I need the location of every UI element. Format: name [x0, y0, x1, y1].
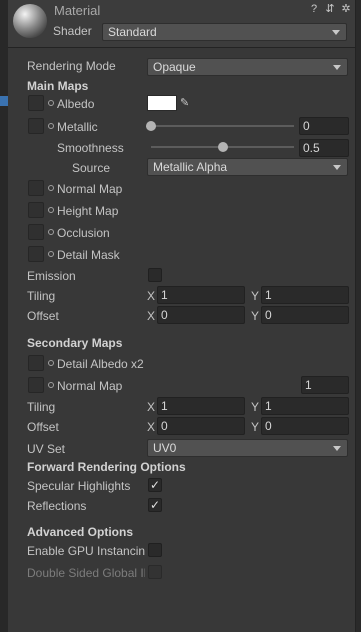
texture-picker-icon[interactable] [48, 251, 54, 257]
double-sided-gi-checkbox [148, 565, 162, 579]
source-label: Source [72, 161, 111, 175]
offset-y-label: Y [251, 309, 260, 323]
uv-set-value: UV0 [153, 441, 177, 455]
reflections-checkbox[interactable]: ✓ [148, 498, 162, 512]
gear-icon[interactable]: ✲ [340, 3, 352, 15]
smoothness-slider-knob[interactable] [217, 142, 228, 152]
rendering-mode-label: Rendering Mode [27, 59, 116, 73]
secondary-offset-x-label: X [147, 420, 156, 434]
help-icon[interactable]: ? [308, 3, 320, 15]
forward-options-heading: Forward Rendering Options [27, 460, 186, 474]
secondary-offset-x-field[interactable]: 0 [157, 417, 245, 435]
texture-picker-icon[interactable] [48, 360, 54, 366]
uv-set-dropdown[interactable]: UV0 [147, 439, 348, 457]
occlusion-slot[interactable] [28, 224, 44, 240]
uv-set-label: UV Set [27, 442, 66, 456]
texture-picker-icon[interactable] [48, 207, 54, 213]
shader-dropdown[interactable]: Standard [102, 23, 347, 41]
height-map-label: Height Map [57, 204, 119, 218]
secondary-normal-scale-field[interactable]: 1 [301, 376, 349, 394]
secondary-offset-label: Offset [27, 420, 59, 434]
normal-map-label: Normal Map [57, 182, 123, 196]
main-maps-heading: Main Maps [27, 79, 89, 93]
emission-checkbox[interactable] [148, 268, 162, 282]
tiling-x-field[interactable]: 1 [157, 286, 245, 304]
specular-highlights-label: Specular Highlights [27, 479, 131, 493]
metallic-slider-track[interactable] [151, 125, 294, 127]
height-map-slot[interactable] [28, 202, 44, 218]
albedo-color-swatch[interactable] [147, 95, 177, 111]
metallic-field[interactable]: 0 [299, 117, 349, 135]
emission-label: Emission [27, 269, 76, 283]
tiling-y-label: Y [251, 289, 260, 303]
offset-x-label: X [147, 309, 156, 323]
albedo-texture-slot[interactable] [28, 95, 44, 111]
offset-y-field[interactable]: 0 [261, 306, 349, 324]
rendering-mode-value: Opaque [153, 60, 196, 74]
source-value: Metallic Alpha [153, 160, 228, 174]
texture-picker-icon[interactable] [48, 229, 54, 235]
smoothness-label: Smoothness [57, 141, 124, 155]
secondary-tiling-y-field[interactable]: 1 [261, 397, 349, 415]
secondary-tiling-x-field[interactable]: 1 [157, 397, 245, 415]
material-title: Material [54, 3, 101, 18]
albedo-label: Albedo [57, 97, 95, 111]
metallic-texture-slot[interactable] [28, 118, 44, 134]
tiling-x-label: X [147, 289, 156, 303]
hierarchy-edge [0, 0, 8, 632]
chevron-down-icon [332, 30, 340, 35]
detail-mask-label: Detail Mask [57, 248, 120, 262]
gpu-instancing-checkbox[interactable] [148, 543, 162, 557]
texture-picker-icon[interactable] [48, 382, 54, 388]
secondary-tiling-label: Tiling [27, 400, 56, 414]
offset-label: Offset [27, 309, 59, 323]
secondary-tiling-y-label: Y [251, 400, 260, 414]
selection-marker [0, 96, 8, 106]
secondary-normal-map-label: Normal Map [57, 379, 123, 393]
tiling-y-field[interactable]: 1 [261, 286, 349, 304]
secondary-normal-map-slot[interactable] [28, 377, 44, 393]
chevron-down-icon [333, 165, 341, 170]
secondary-offset-y-field[interactable]: 0 [261, 417, 349, 435]
source-dropdown[interactable]: Metallic Alpha [147, 158, 348, 176]
secondary-maps-heading: Secondary Maps [27, 336, 123, 350]
detail-albedo-label: Detail Albedo x2 [57, 357, 144, 371]
gpu-instancing-label: Enable GPU Instancing [27, 544, 145, 558]
texture-picker-icon[interactable] [48, 185, 54, 191]
double-sided-gi-label: Double Sided Global Illumination [27, 566, 145, 580]
shader-value: Standard [108, 25, 157, 39]
occlusion-label: Occlusion [57, 226, 110, 240]
detail-albedo-slot[interactable] [28, 355, 44, 371]
detail-mask-slot[interactable] [28, 246, 44, 262]
scrollbar[interactable] [355, 0, 361, 632]
texture-picker-icon[interactable] [48, 100, 54, 106]
smoothness-field[interactable]: 0.5 [299, 139, 349, 157]
chevron-down-icon [333, 446, 341, 451]
advanced-options-heading: Advanced Options [27, 525, 134, 539]
metallic-slider-knob[interactable] [146, 121, 156, 131]
chevron-down-icon [333, 65, 341, 70]
secondary-offset-y-label: Y [251, 420, 260, 434]
texture-picker-icon[interactable] [48, 123, 54, 129]
offset-x-field[interactable]: 0 [157, 306, 245, 324]
preset-icon[interactable]: ⇵ [324, 3, 336, 15]
eyedropper-icon[interactable]: ✎ [180, 95, 194, 111]
metallic-label: Metallic [57, 120, 98, 134]
secondary-tiling-x-label: X [147, 400, 156, 414]
shader-label: Shader [53, 24, 92, 38]
rendering-mode-dropdown[interactable]: Opaque [147, 58, 348, 76]
normal-map-slot[interactable] [28, 180, 44, 196]
specular-highlights-checkbox[interactable]: ✓ [148, 478, 162, 492]
tiling-label: Tiling [27, 289, 56, 303]
reflections-label: Reflections [27, 499, 87, 513]
material-preview-sphere[interactable] [13, 4, 47, 38]
